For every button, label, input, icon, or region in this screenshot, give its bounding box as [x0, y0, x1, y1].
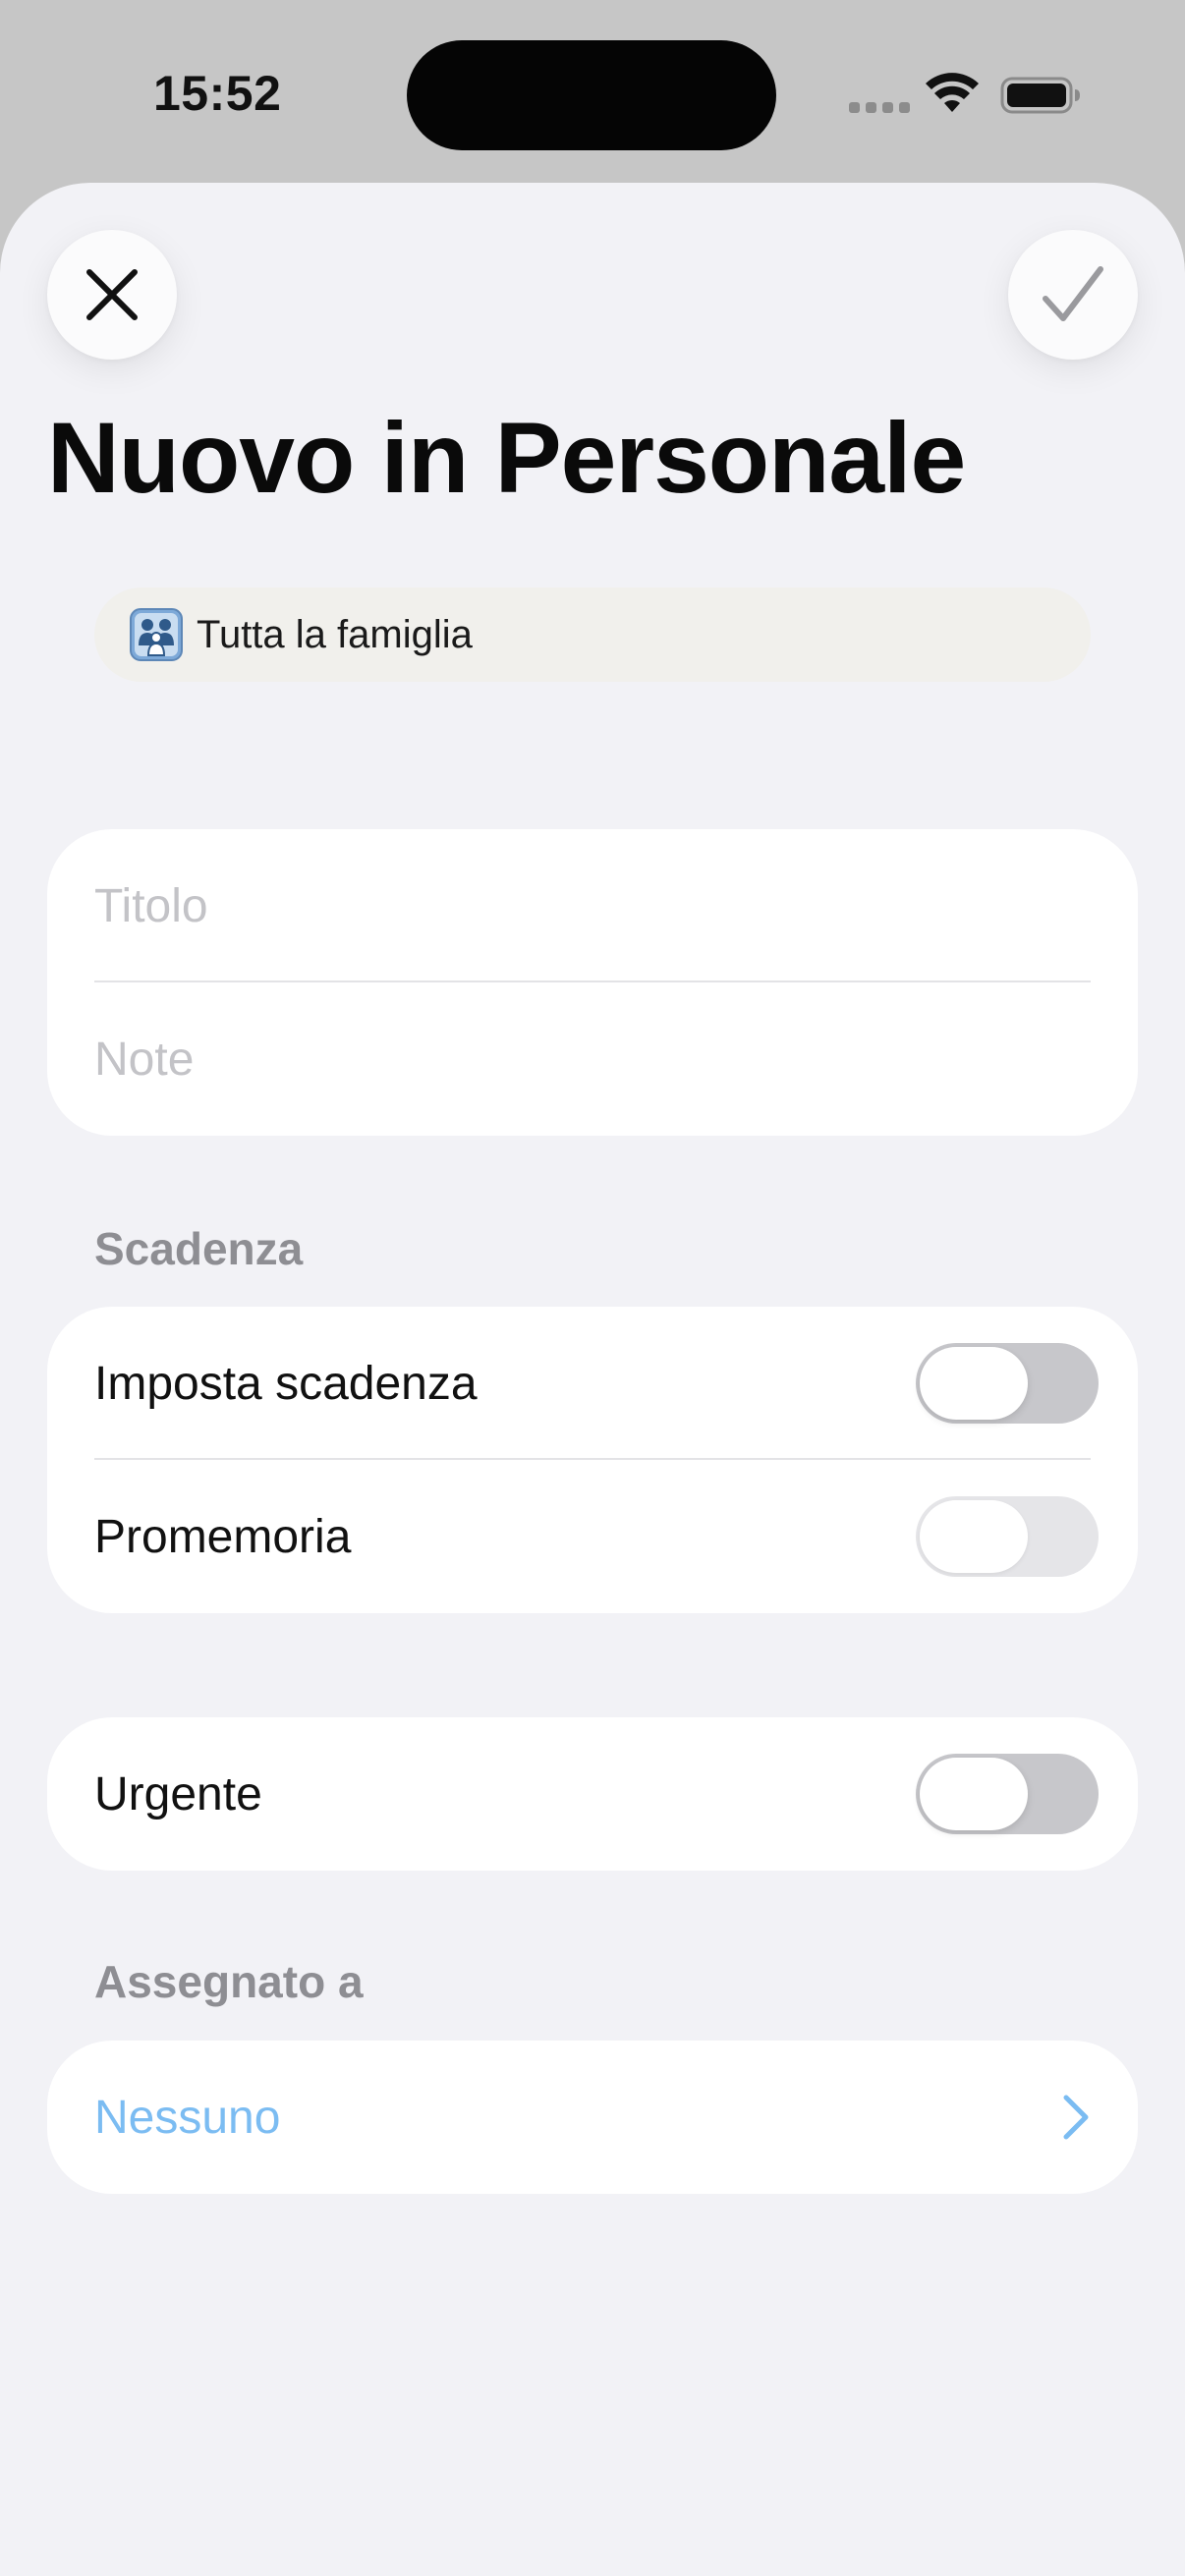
new-item-sheet: Nuovo in Personale Tutta la famiglia Tit… [0, 183, 1185, 2576]
family-icon [130, 608, 183, 661]
status-time: 15:52 [153, 66, 282, 121]
assignee-section-header: Assegnato a [94, 1956, 364, 2007]
details-card [47, 829, 1138, 1136]
household-selector[interactable]: Tutta la famiglia [94, 588, 1091, 682]
title-input[interactable] [94, 878, 1091, 933]
assignee-card[interactable]: Nessuno [47, 2041, 1138, 2194]
cellular-signal-icon [849, 102, 910, 113]
chevron-right-icon [1063, 2095, 1089, 2140]
toggle-knob [920, 1347, 1028, 1420]
household-label: Tutta la famiglia [197, 612, 473, 656]
close-button[interactable] [47, 230, 177, 360]
due-section-header: Scadenza [94, 1223, 304, 1274]
screen: 15:52 Nuovo in Personale Tutta la famigl… [0, 0, 1185, 2576]
title-row [94, 868, 1091, 943]
close-icon [86, 269, 138, 320]
notes-input[interactable] [94, 1032, 1091, 1087]
toggle-knob [920, 1758, 1028, 1830]
dynamic-island [407, 40, 776, 150]
toggle-knob [920, 1500, 1028, 1573]
urgent-toggle[interactable] [916, 1754, 1099, 1834]
confirm-button[interactable] [1008, 230, 1138, 360]
checkmark-icon [1043, 266, 1103, 321]
set-due-toggle[interactable] [916, 1343, 1099, 1424]
due-divider [94, 1458, 1091, 1460]
page-title: Nuovo in Personale [47, 402, 966, 514]
details-divider [94, 980, 1091, 982]
urgent-card: Urgente [47, 1717, 1138, 1871]
notes-row [94, 1022, 1091, 1096]
assignee-row: Nessuno [94, 2080, 1091, 2155]
assignee-value: Nessuno [94, 2091, 281, 2144]
reminder-label: Promemoria [94, 1510, 352, 1563]
due-card: Imposta scadenza Promemoria [47, 1307, 1138, 1613]
reminder-toggle[interactable] [916, 1496, 1099, 1577]
wifi-icon [926, 73, 979, 112]
urgent-label: Urgente [94, 1767, 262, 1820]
set-due-label: Imposta scadenza [94, 1357, 478, 1410]
battery-icon [1000, 77, 1080, 114]
